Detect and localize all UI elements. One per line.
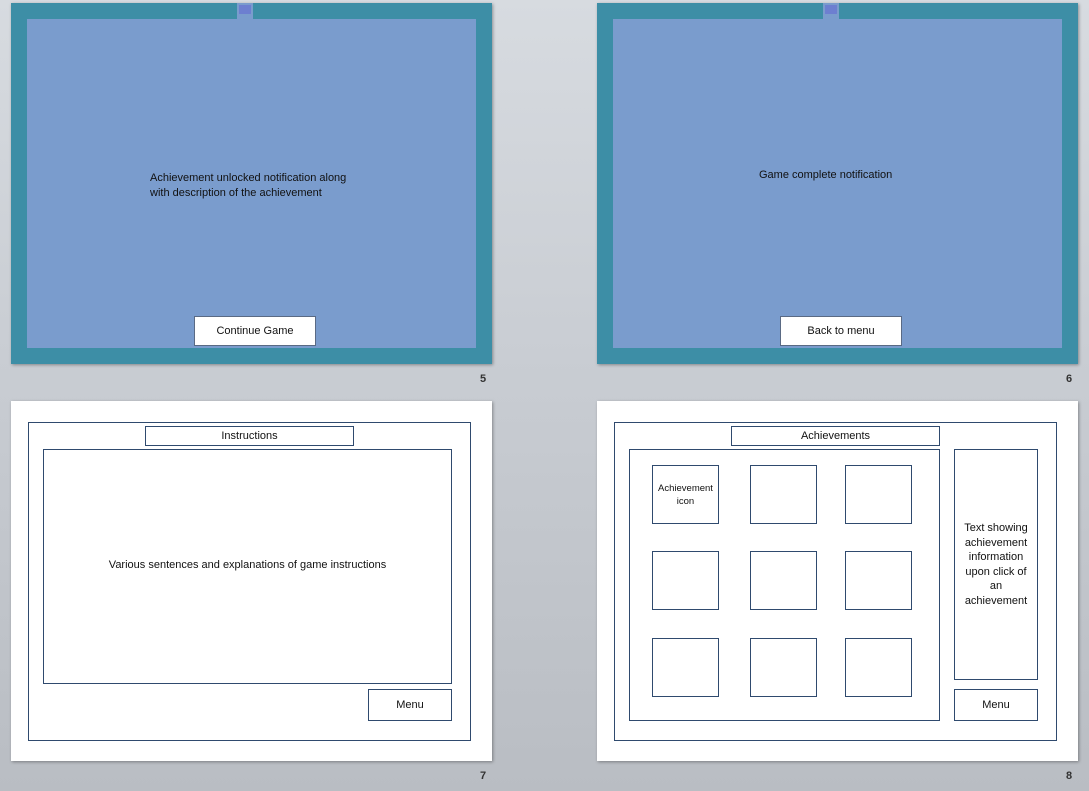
instructions-content-box: Various sentences and explanations of ga… bbox=[43, 449, 452, 684]
back-to-menu-button[interactable]: Back to menu bbox=[780, 316, 902, 346]
continue-game-button[interactable]: Continue Game bbox=[194, 316, 316, 346]
slide-6-canvas bbox=[613, 19, 1062, 348]
instructions-title: Instructions bbox=[145, 426, 354, 446]
achievement-icon[interactable] bbox=[845, 465, 912, 524]
achievement-icon[interactable] bbox=[750, 465, 817, 524]
slide-number-8: 8 bbox=[1066, 770, 1073, 782]
achievement-icon[interactable] bbox=[750, 638, 817, 697]
slide-7-thumbnail[interactable]: Instructions Various sentences and expla… bbox=[11, 401, 492, 761]
achievement-icon[interactable] bbox=[652, 551, 719, 610]
slide-5-top-tab bbox=[237, 3, 253, 19]
achievements-title: Achievements bbox=[731, 426, 940, 446]
slide-number-7: 7 bbox=[480, 770, 487, 782]
menu-button[interactable]: Menu bbox=[954, 689, 1038, 721]
achievement-unlocked-notification: Achievement unlocked notification along … bbox=[150, 172, 347, 199]
achievement-icon[interactable] bbox=[845, 551, 912, 610]
achievement-icon[interactable] bbox=[845, 638, 912, 697]
achievement-icon[interactable] bbox=[652, 638, 719, 697]
achievement-icon[interactable]: Achievement icon bbox=[652, 465, 719, 524]
slide-6-top-tab bbox=[823, 3, 839, 19]
menu-button[interactable]: Menu bbox=[368, 689, 452, 721]
game-complete-notification: Game complete notification bbox=[759, 169, 893, 181]
slide-number-6: 6 bbox=[1066, 373, 1073, 385]
achievement-info-panel: Text showing achievement information upo… bbox=[954, 449, 1038, 680]
instructions-body-text: Various sentences and explanations of ga… bbox=[108, 559, 387, 571]
achievement-icon[interactable] bbox=[750, 551, 817, 610]
slide-number-5: 5 bbox=[480, 373, 487, 385]
slide-5-thumbnail[interactable]: Achievement unlocked notification along … bbox=[11, 3, 492, 364]
slide-8-thumbnail[interactable]: Achievements Achievement icon Text showi… bbox=[597, 401, 1078, 761]
slide-6-thumbnail[interactable]: Game complete notification Back to menu bbox=[597, 3, 1078, 364]
